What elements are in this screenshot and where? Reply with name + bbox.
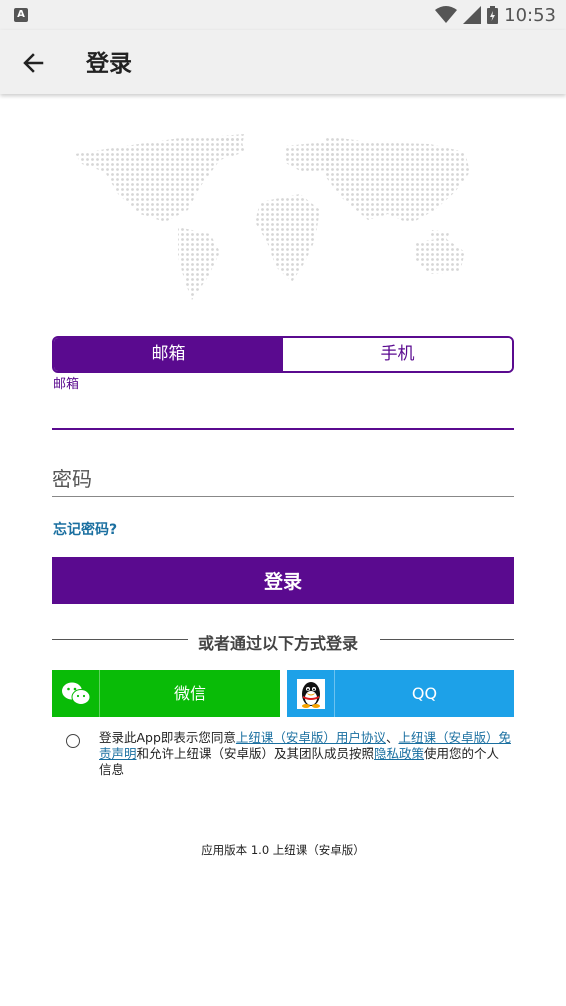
status-icons: 10:53: [435, 4, 556, 26]
status-time: 10:53: [504, 4, 556, 26]
agreement-separator: 、: [385, 730, 399, 745]
wechat-login-button[interactable]: 微信: [52, 670, 280, 717]
password-input[interactable]: [52, 462, 514, 497]
email-input[interactable]: [52, 392, 514, 430]
agreement-text: 登录此App即表示您同意上纽课（安卓版）用户协议、上纽课（安卓版）免责声明和允许…: [99, 730, 511, 778]
divider-line-left: [52, 639, 188, 640]
privacy-policy-link[interactable]: 隐私政策: [374, 746, 424, 761]
status-bar: A 10:53: [0, 0, 566, 30]
tab-phone[interactable]: 手机: [283, 338, 512, 371]
email-field-label: 邮箱: [53, 377, 80, 392]
divider-line-right: [380, 639, 514, 640]
page-title: 登录: [86, 51, 132, 77]
app-notification-icon: A: [14, 8, 28, 22]
signal-icon: [463, 6, 482, 24]
app-version-text: 应用版本 1.0 上纽课（安卓版）: [201, 843, 365, 857]
wechat-icon: [61, 682, 90, 705]
agreement-text-part1: 登录此App即表示您同意: [99, 730, 236, 745]
user-agreement-link[interactable]: 上纽课（安卓版）用户协议: [236, 730, 386, 745]
arrow-back-icon[interactable]: [18, 48, 48, 78]
battery-icon: [487, 6, 499, 24]
agreement-radio[interactable]: [66, 734, 80, 748]
forgot-password-link[interactable]: 忘记密码?: [53, 519, 117, 539]
wechat-icon-box: [52, 670, 100, 717]
qq-icon-box: [287, 670, 335, 717]
login-button[interactable]: 登录: [52, 557, 514, 604]
app-bar: 登录: [0, 30, 566, 94]
tab-email[interactable]: 邮箱: [54, 338, 283, 371]
qq-login-button[interactable]: QQ: [287, 670, 514, 717]
world-map-illustration: [75, 134, 470, 300]
wechat-label: 微信: [173, 684, 206, 703]
wifi-icon: [435, 6, 458, 23]
login-method-tabs: 邮箱 手机: [52, 336, 514, 373]
qq-penguin-icon: [296, 678, 325, 709]
qq-label: QQ: [411, 684, 438, 703]
alt-login-divider-text: 或者通过以下方式登录: [198, 634, 359, 653]
agreement-text-part2: 和允许上纽课（安卓版）及其团队成员按照: [136, 746, 375, 761]
